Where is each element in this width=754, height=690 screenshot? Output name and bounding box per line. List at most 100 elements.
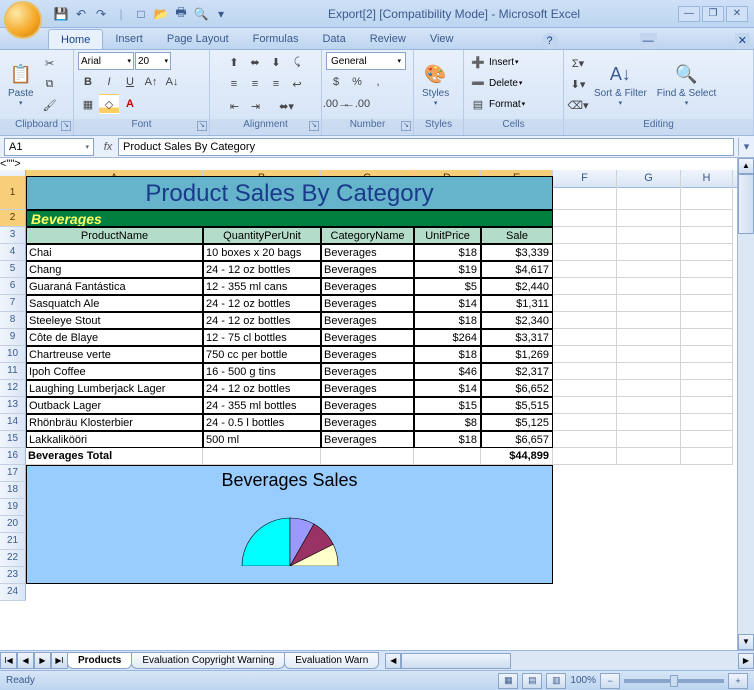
- zoom-out-button[interactable]: −: [600, 673, 620, 689]
- bold-button[interactable]: B: [78, 72, 98, 92]
- table-cell[interactable]: 10 boxes x 20 bags: [203, 244, 321, 261]
- vscroll-thumb[interactable]: [738, 174, 754, 234]
- row-header-11[interactable]: 11: [0, 363, 26, 380]
- cell[interactable]: [617, 261, 681, 278]
- table-cell[interactable]: $5,515: [481, 397, 553, 414]
- title-cell[interactable]: Product Sales By Category: [26, 176, 553, 210]
- cell[interactable]: [681, 312, 733, 329]
- row-header-15[interactable]: 15: [0, 431, 26, 448]
- cell[interactable]: [617, 176, 681, 210]
- cell[interactable]: [203, 448, 321, 465]
- table-cell[interactable]: $4,617: [481, 261, 553, 278]
- cell[interactable]: [681, 176, 733, 210]
- cell[interactable]: [414, 448, 481, 465]
- table-cell[interactable]: Beverages: [321, 312, 414, 329]
- tab-review[interactable]: Review: [358, 29, 418, 49]
- tab-nav-next-icon[interactable]: ▶: [34, 652, 51, 669]
- table-cell[interactable]: 24 - 0.5 l bottles: [203, 414, 321, 431]
- table-cell[interactable]: Beverages: [321, 295, 414, 312]
- close-button[interactable]: ✕: [726, 6, 748, 22]
- table-cell[interactable]: Sasquatch Ale: [26, 295, 203, 312]
- open-icon[interactable]: 📂: [152, 5, 170, 23]
- table-cell[interactable]: $2,340: [481, 312, 553, 329]
- page-break-view-button[interactable]: ▥: [546, 673, 566, 689]
- scroll-up-icon[interactable]: ▲: [738, 158, 754, 174]
- cell[interactable]: [617, 312, 681, 329]
- row-header-6[interactable]: 6: [0, 278, 26, 295]
- table-cell[interactable]: $5,125: [481, 414, 553, 431]
- table-cell[interactable]: 16 - 500 g tins: [203, 363, 321, 380]
- orientation-icon[interactable]: ⤹: [287, 52, 307, 72]
- table-cell[interactable]: 24 - 355 ml bottles: [203, 397, 321, 414]
- comma-icon[interactable]: ,: [368, 72, 388, 92]
- page-layout-view-button[interactable]: ▤: [522, 673, 542, 689]
- cell[interactable]: [617, 210, 681, 227]
- cell[interactable]: [681, 329, 733, 346]
- table-cell[interactable]: Chang: [26, 261, 203, 278]
- total-value[interactable]: $44,899: [481, 448, 553, 465]
- table-cell[interactable]: Guaraná Fantástica: [26, 278, 203, 295]
- tab-data[interactable]: Data: [310, 29, 357, 49]
- row-header-1[interactable]: 1: [0, 176, 26, 210]
- tab-nav-last-icon[interactable]: ▶I: [51, 652, 68, 669]
- workbook-close-button[interactable]: ✕: [735, 33, 750, 49]
- cell[interactable]: [681, 244, 733, 261]
- cell[interactable]: [617, 295, 681, 312]
- chart-area[interactable]: Beverages Sales: [26, 465, 553, 584]
- row-header-23[interactable]: 23: [0, 567, 26, 584]
- tab-nav-first-icon[interactable]: I◀: [0, 652, 17, 669]
- formula-bar-expand[interactable]: ▾: [738, 138, 754, 156]
- cell[interactable]: [553, 414, 617, 431]
- align-right-icon[interactable]: ≡: [266, 74, 286, 94]
- decrease-decimal-icon[interactable]: ←.00: [347, 94, 367, 114]
- table-cell[interactable]: Beverages: [321, 414, 414, 431]
- cell[interactable]: [681, 295, 733, 312]
- tab-insert[interactable]: Insert: [103, 29, 155, 49]
- font-name-select[interactable]: Arial▾: [78, 52, 134, 70]
- cell[interactable]: [553, 210, 617, 227]
- table-cell[interactable]: Beverages: [321, 346, 414, 363]
- minimize-button[interactable]: —: [678, 6, 700, 22]
- table-cell[interactable]: $14: [414, 295, 481, 312]
- number-launcher[interactable]: ↘: [401, 121, 411, 131]
- autosum-icon[interactable]: Σ▾: [568, 54, 588, 74]
- row-header-8[interactable]: 8: [0, 312, 26, 329]
- table-cell[interactable]: $14: [414, 380, 481, 397]
- table-cell[interactable]: $18: [414, 244, 481, 261]
- table-cell[interactable]: Laughing Lumberjack Lager: [26, 380, 203, 397]
- zoom-level[interactable]: 100%: [570, 675, 596, 686]
- table-cell[interactable]: $3,317: [481, 329, 553, 346]
- table-cell[interactable]: 750 cc per bottle: [203, 346, 321, 363]
- table-cell[interactable]: $8: [414, 414, 481, 431]
- cell[interactable]: [553, 261, 617, 278]
- row-header-21[interactable]: 21: [0, 533, 26, 550]
- row-header-24[interactable]: 24: [0, 584, 26, 601]
- row-header-3[interactable]: 3: [0, 227, 26, 244]
- shrink-font-icon[interactable]: A↓: [162, 72, 182, 92]
- table-cell[interactable]: Chai: [26, 244, 203, 261]
- row-header-20[interactable]: 20: [0, 516, 26, 533]
- cell[interactable]: [553, 380, 617, 397]
- cell[interactable]: [617, 244, 681, 261]
- quickprint-icon[interactable]: 🖶: [172, 5, 190, 23]
- category-cell[interactable]: Beverages: [26, 210, 553, 227]
- cell[interactable]: [553, 176, 617, 210]
- table-cell[interactable]: Beverages: [321, 329, 414, 346]
- table-cell[interactable]: 24 - 12 oz bottles: [203, 261, 321, 278]
- align-top-icon[interactable]: ⬆: [224, 52, 244, 72]
- tab-page-layout[interactable]: Page Layout: [155, 29, 241, 49]
- grow-font-icon[interactable]: A↑: [141, 72, 161, 92]
- total-label[interactable]: Beverages Total: [26, 448, 203, 465]
- table-cell[interactable]: Rhönbräu Klosterbier: [26, 414, 203, 431]
- font-size-select[interactable]: 20▾: [135, 52, 171, 70]
- table-header[interactable]: UnitPrice: [414, 227, 481, 244]
- cell[interactable]: [681, 397, 733, 414]
- fill-icon[interactable]: ⬇▾: [568, 75, 588, 95]
- currency-icon[interactable]: $: [326, 72, 346, 92]
- sheet-tab-evaluation-copyright-warning[interactable]: Evaluation Copyright Warning: [131, 652, 285, 669]
- table-cell[interactable]: Beverages: [321, 363, 414, 380]
- styles-button[interactable]: 🎨 Styles▾: [418, 60, 453, 109]
- table-cell[interactable]: $1,269: [481, 346, 553, 363]
- table-cell[interactable]: $18: [414, 346, 481, 363]
- table-cell[interactable]: $264: [414, 329, 481, 346]
